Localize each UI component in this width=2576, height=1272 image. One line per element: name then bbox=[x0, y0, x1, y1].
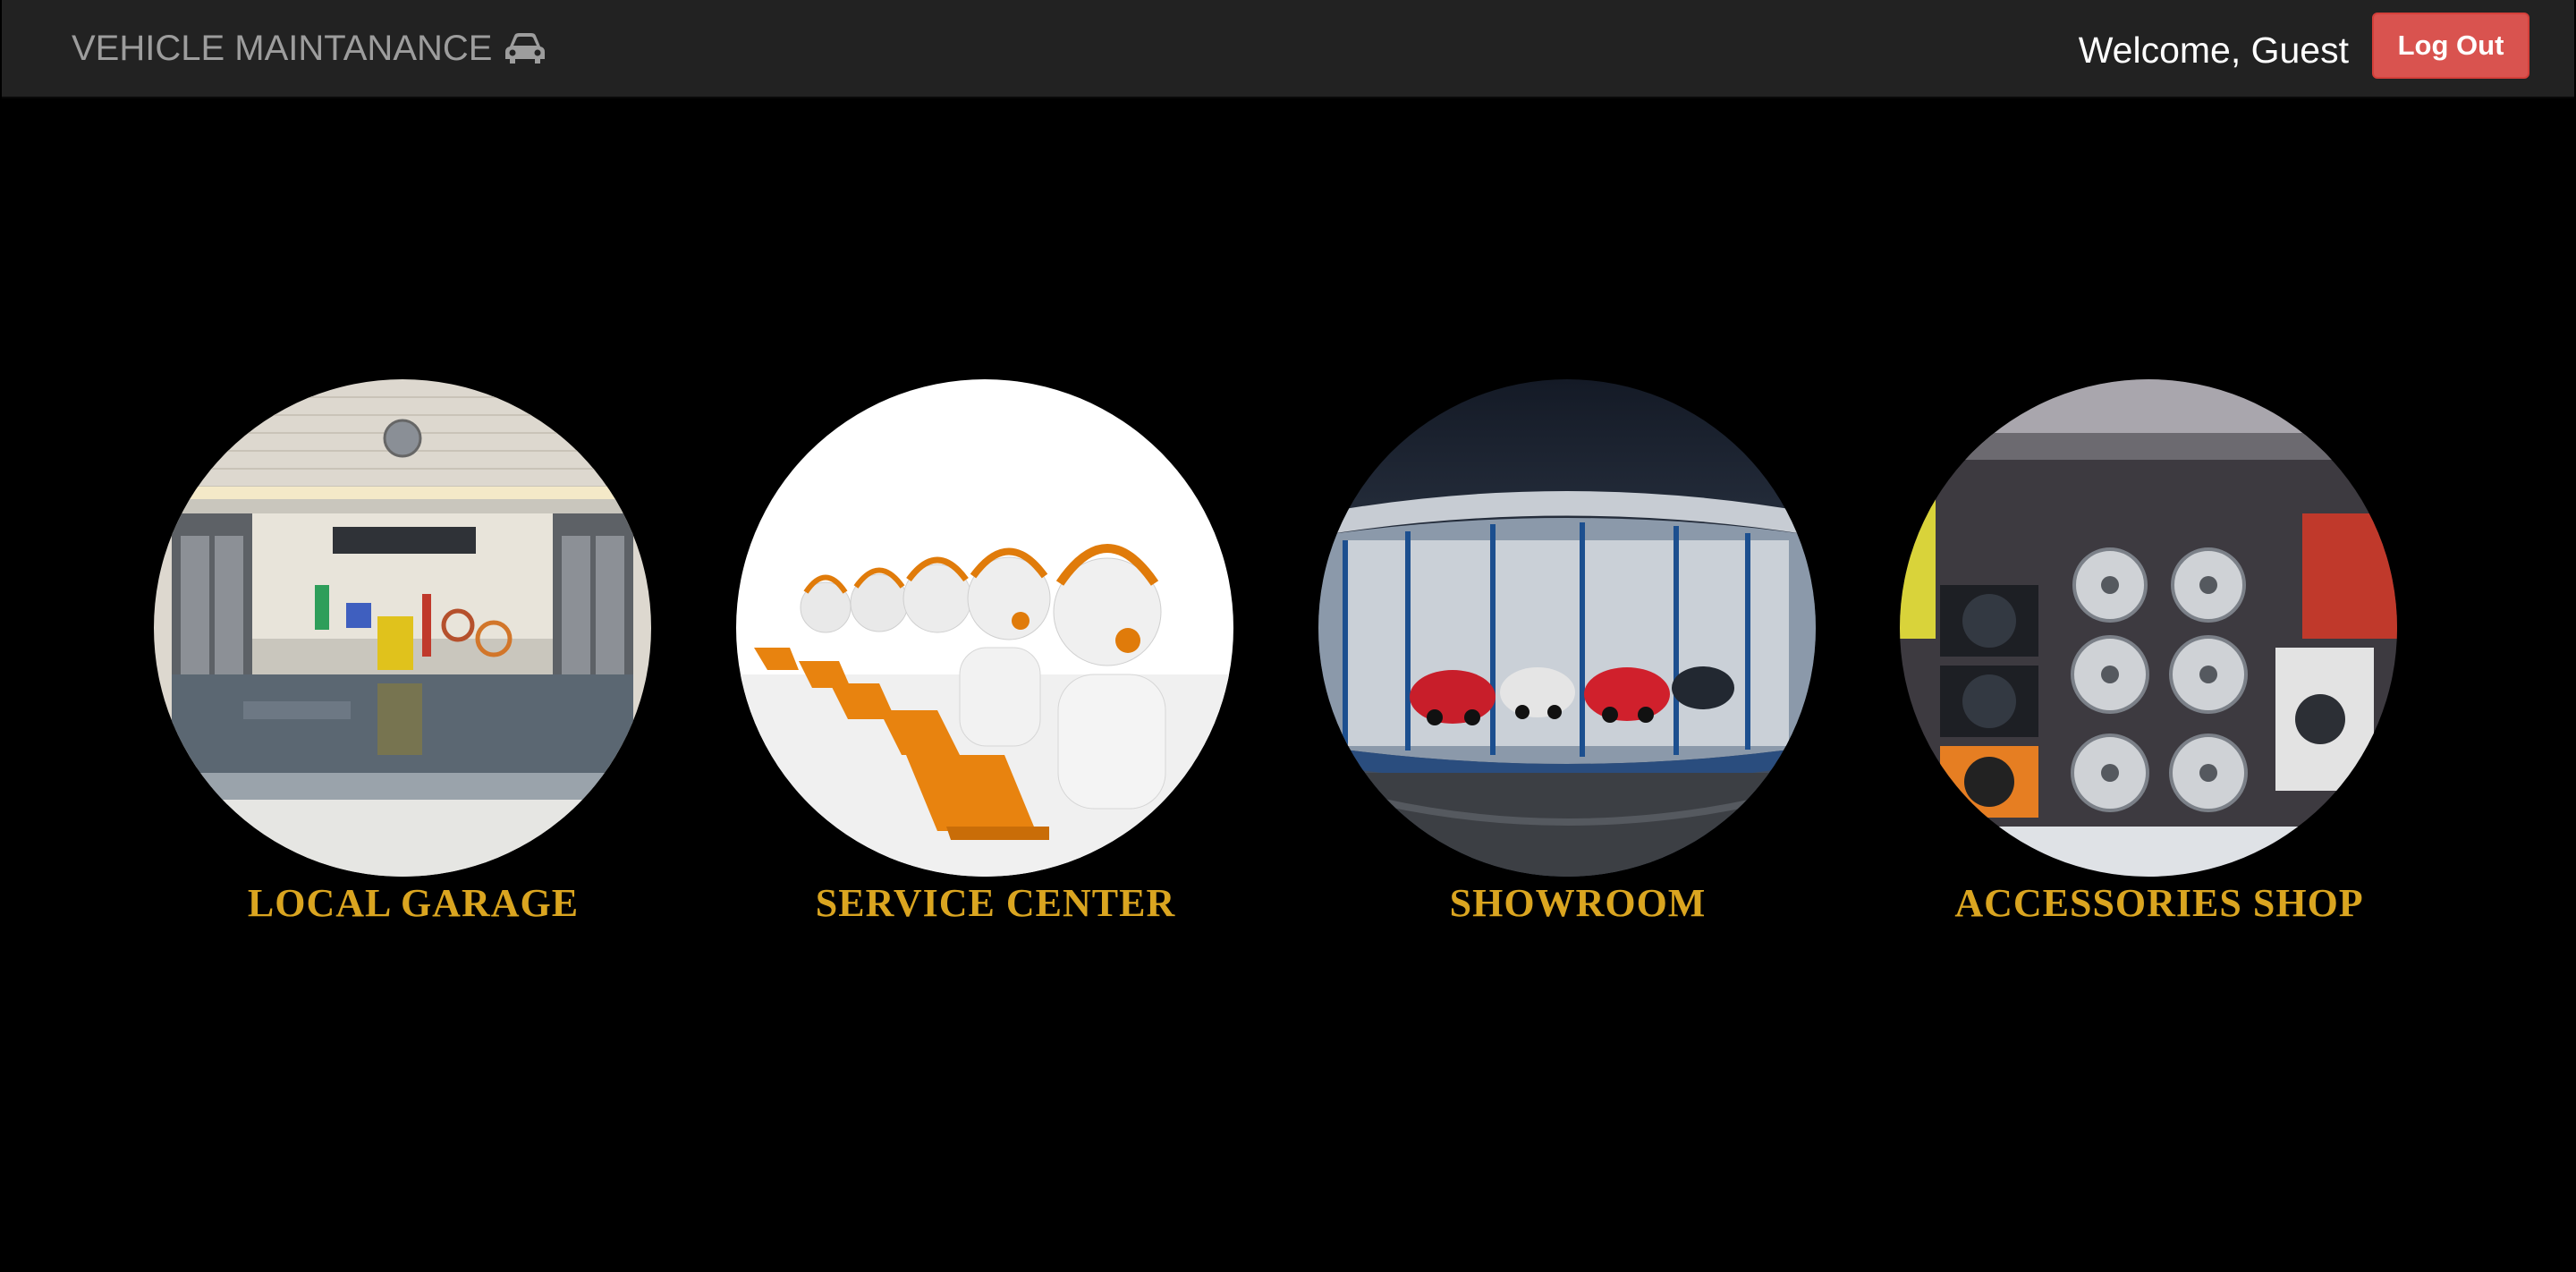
welcome-text: Welcome, Guest bbox=[2078, 29, 2349, 71]
brand-label: VEHICLE MAINTANANCE bbox=[72, 28, 493, 68]
garage-photo[interactable] bbox=[154, 379, 651, 877]
service-label: SERVICE CENTER bbox=[815, 881, 1176, 925]
car-icon bbox=[503, 30, 547, 66]
logout-button[interactable]: Log Out bbox=[2372, 13, 2529, 79]
service-card-showroom[interactable]: SHOWROOM bbox=[1318, 379, 1816, 925]
service-card-service-center[interactable]: SERVICE CENTER bbox=[736, 379, 1233, 925]
nav-user-area: Welcome, Guest Log Out bbox=[2079, 13, 2529, 79]
service-card-accessories-shop[interactable]: ACCESSORIES SHOP bbox=[1900, 379, 2397, 925]
call-center-illustration[interactable] bbox=[736, 379, 1233, 877]
wheels-shop-photo[interactable] bbox=[1900, 379, 2397, 877]
brand-link[interactable]: VEHICLE MAINTANANCE bbox=[72, 25, 547, 72]
service-label: ACCESSORIES SHOP bbox=[1954, 881, 2364, 925]
service-label: SHOWROOM bbox=[1449, 881, 1707, 925]
service-card-local-garage[interactable]: LOCAL GARAGE bbox=[154, 379, 651, 925]
navbar: VEHICLE MAINTANANCE Welcome, Guest Log O… bbox=[2, 0, 2574, 98]
car-showroom-photo[interactable] bbox=[1318, 379, 1816, 877]
service-label: LOCAL GARAGE bbox=[247, 881, 580, 925]
